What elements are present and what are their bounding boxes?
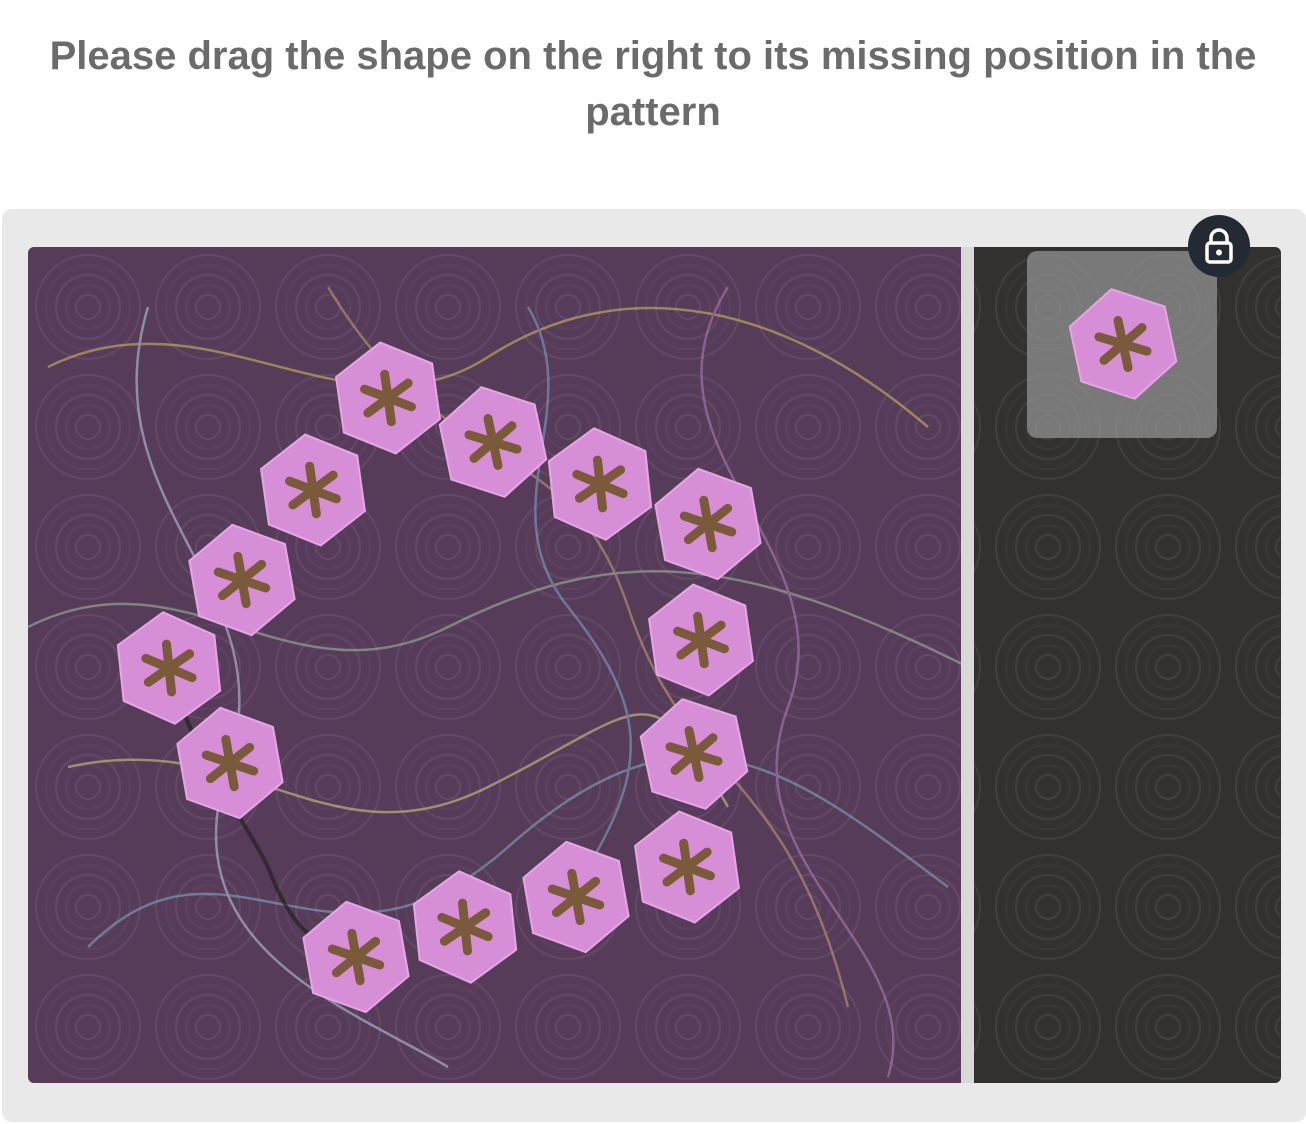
draggable-shape[interactable] [1064, 285, 1182, 403]
instruction-text: Please drag the shape on the right to it… [49, 34, 1257, 134]
hexagon-asterisk-icon [1068, 288, 1178, 400]
lock-icon [1205, 228, 1233, 264]
divider [961, 247, 974, 1083]
lock-button[interactable] [1188, 215, 1250, 277]
